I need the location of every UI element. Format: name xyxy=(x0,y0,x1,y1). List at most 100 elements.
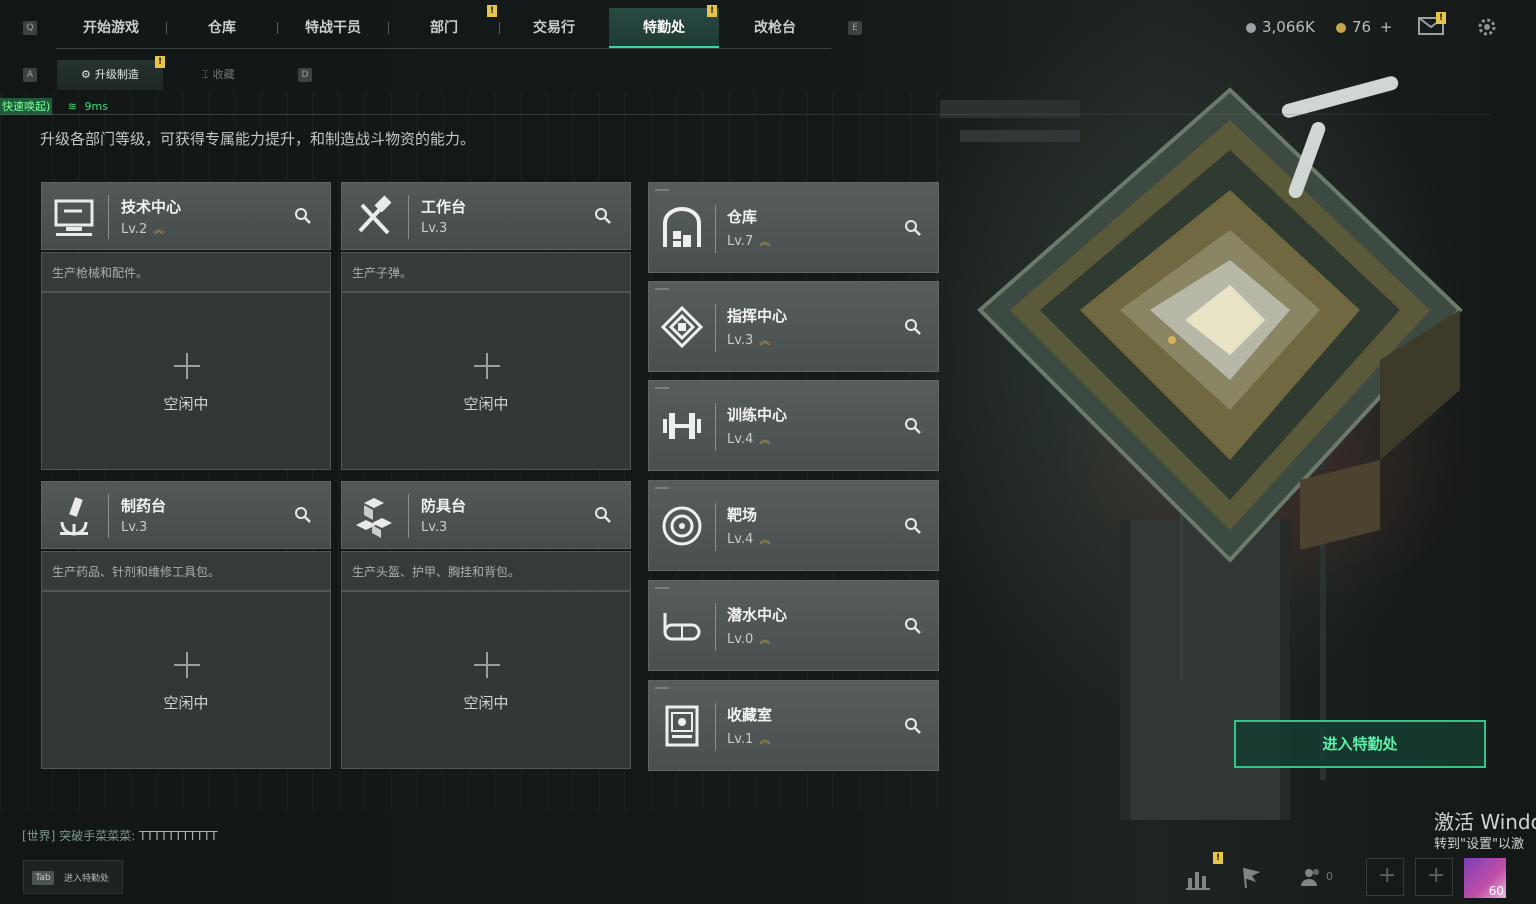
subtab-upgrade-craft[interactable]: ⚙ 升级制造 xyxy=(57,60,163,90)
tab-trade[interactable]: 交易行 xyxy=(500,8,608,48)
department-level: Lv.4 ︽ xyxy=(727,531,770,547)
production-slot[interactable]: 空闲中 xyxy=(341,292,631,470)
department-collection-room[interactable]: 收藏室 Lv.1 ︽ xyxy=(648,680,939,771)
tab-special-ops[interactable]: 特勤处 xyxy=(609,8,719,48)
level-text: Lv.7 xyxy=(727,234,754,249)
workshop-header[interactable]: 工作台 Lv.3 xyxy=(341,182,631,250)
department-training-center[interactable]: 训练中心 Lv.4 ︽ xyxy=(648,380,939,471)
flag-button[interactable] xyxy=(1232,858,1270,896)
search-icon[interactable] xyxy=(294,207,312,225)
department-shooting-range[interactable]: 靶场 Lv.4 ︽ xyxy=(648,480,939,571)
tab-special-ops-badge: ! xyxy=(707,5,717,17)
department-level: Lv.1 ︽ xyxy=(727,731,770,747)
search-icon[interactable] xyxy=(904,617,922,635)
department-command-center[interactable]: 指挥中心 Lv.3 ︽ xyxy=(648,281,939,372)
tab-hint[interactable]: Tab 进入特勤处 xyxy=(23,860,123,894)
special-ops-machine-illustration xyxy=(940,76,1463,820)
wifi-icon: ≋ xyxy=(67,100,78,113)
subtab-collection[interactable]: ⌶ 收藏 xyxy=(202,60,235,90)
level-text: Lv.4 xyxy=(727,432,754,447)
windows-activation-hint: 转到"设置"以激 xyxy=(1434,837,1524,852)
header-divider xyxy=(715,603,716,651)
workshop-header[interactable]: 防具台 Lv.3 xyxy=(341,481,631,549)
add-production-icon xyxy=(174,353,200,379)
search-icon[interactable] xyxy=(594,506,612,524)
header-divider xyxy=(715,503,716,551)
add-currency-button[interactable]: + xyxy=(1380,18,1393,36)
player-avatar[interactable]: 60 xyxy=(1464,858,1506,898)
tab-departments[interactable]: 部门 xyxy=(389,8,499,48)
subnav-key-next[interactable]: D xyxy=(298,68,312,82)
search-icon[interactable] xyxy=(904,717,922,735)
friends-button[interactable]: 0 xyxy=(1296,858,1346,896)
department-level: Lv.3 ︽ xyxy=(727,332,770,348)
enter-special-ops-button[interactable]: 进入特勤处 xyxy=(1234,720,1486,768)
workshop-level: Lv.2 ︽ xyxy=(121,221,164,237)
nav-key-next[interactable]: E xyxy=(848,21,862,35)
department-name: 收藏室 xyxy=(727,706,773,724)
add-slot-1[interactable]: + xyxy=(1366,858,1404,896)
level-text: Lv.3 xyxy=(121,520,148,535)
top-nav: Q 开始游戏 仓库 特战干员 部门 ! 交易行 特勤处 ! 改枪台 E 3,06… xyxy=(0,0,1536,50)
department-level: Lv.7 ︽ xyxy=(727,233,770,249)
chat-line[interactable]: [世界] 突破手菜菜菜: TTTTTTTTTTT xyxy=(22,827,218,844)
header-divider xyxy=(408,494,409,538)
corner-tick xyxy=(655,288,669,290)
corner-tick xyxy=(655,487,669,489)
workshop-description: 生产头盔、护甲、胸挂和背包。 xyxy=(341,551,631,591)
subtab-collection-label: 收藏 xyxy=(212,68,235,81)
production-slot[interactable]: 空闲中 xyxy=(41,292,331,470)
corner-tick xyxy=(655,189,669,191)
search-icon[interactable] xyxy=(294,506,312,524)
department-name: 潜水中心 xyxy=(727,606,788,624)
quick-hint: 快速唤起) xyxy=(0,98,53,115)
add-slot-2[interactable]: + xyxy=(1415,858,1453,896)
gear-icon[interactable] xyxy=(1476,16,1498,38)
add-production-icon xyxy=(474,353,500,379)
level-up-icon: ︽ xyxy=(759,633,771,646)
dumbbell-icon xyxy=(663,413,701,439)
search-icon[interactable] xyxy=(904,219,922,237)
tools-icon xyxy=(358,195,392,235)
chat-user: 突破手菜菜菜: xyxy=(59,829,136,843)
workshop-header[interactable]: 技术中心 Lv.2 ︽ xyxy=(41,182,331,250)
slot-status: 空闲中 xyxy=(163,395,209,413)
production-slot[interactable]: 空闲中 xyxy=(341,591,631,769)
department-name: 仓库 xyxy=(727,208,758,226)
subnav-key-prev[interactable]: A xyxy=(23,68,37,82)
level-text: Lv.3 xyxy=(421,520,448,535)
search-icon[interactable] xyxy=(904,517,922,535)
search-icon[interactable] xyxy=(904,318,922,336)
silver-currency[interactable]: 3,066K xyxy=(1246,18,1315,36)
windows-activation-title: 激活 Windo xyxy=(1434,810,1536,834)
nav-key-prev[interactable]: Q xyxy=(23,21,37,35)
gold-currency[interactable]: 76 + xyxy=(1336,18,1392,36)
plus-icon: + xyxy=(1378,863,1397,888)
ping-value: 9ms xyxy=(84,100,108,113)
player-level: 60 xyxy=(1488,884,1504,898)
department-diving-center[interactable]: 潜水中心 Lv.0 ︽ xyxy=(648,580,939,671)
tab-warehouse[interactable]: 仓库 xyxy=(167,8,277,48)
slot-status: 空闲中 xyxy=(463,694,509,712)
search-icon[interactable] xyxy=(904,417,922,435)
level-text: Lv.3 xyxy=(727,333,754,348)
tab-departments-badge: ! xyxy=(487,5,497,17)
chip-icon xyxy=(660,305,704,349)
workshop-name: 防具台 xyxy=(421,497,467,515)
level-up-icon: ︽ xyxy=(759,533,771,546)
production-slot[interactable]: 空闲中 xyxy=(41,591,331,769)
department-warehouse[interactable]: 仓库 Lv.7 ︽ xyxy=(648,182,939,273)
level-up-icon: ︽ xyxy=(759,334,771,347)
tab-gunsmith[interactable]: 改枪台 xyxy=(720,8,830,48)
collection-icon: ⌶ xyxy=(202,68,209,81)
subtab-upgrade-badge: ! xyxy=(155,56,165,68)
gold-coin-icon xyxy=(1336,22,1346,33)
friends-icon xyxy=(1301,869,1319,886)
tab-start-game[interactable]: 开始游戏 xyxy=(56,8,166,48)
tab-operators[interactable]: 特战干员 xyxy=(278,8,388,48)
monitor-icon xyxy=(54,199,94,236)
chat-message: TTTTTTTTTTT xyxy=(139,829,218,843)
search-icon[interactable] xyxy=(594,207,612,225)
workshop-description: 生产药品、针剂和维修工具包。 xyxy=(41,551,331,591)
workshop-header[interactable]: 制药台 Lv.3 xyxy=(41,481,331,549)
